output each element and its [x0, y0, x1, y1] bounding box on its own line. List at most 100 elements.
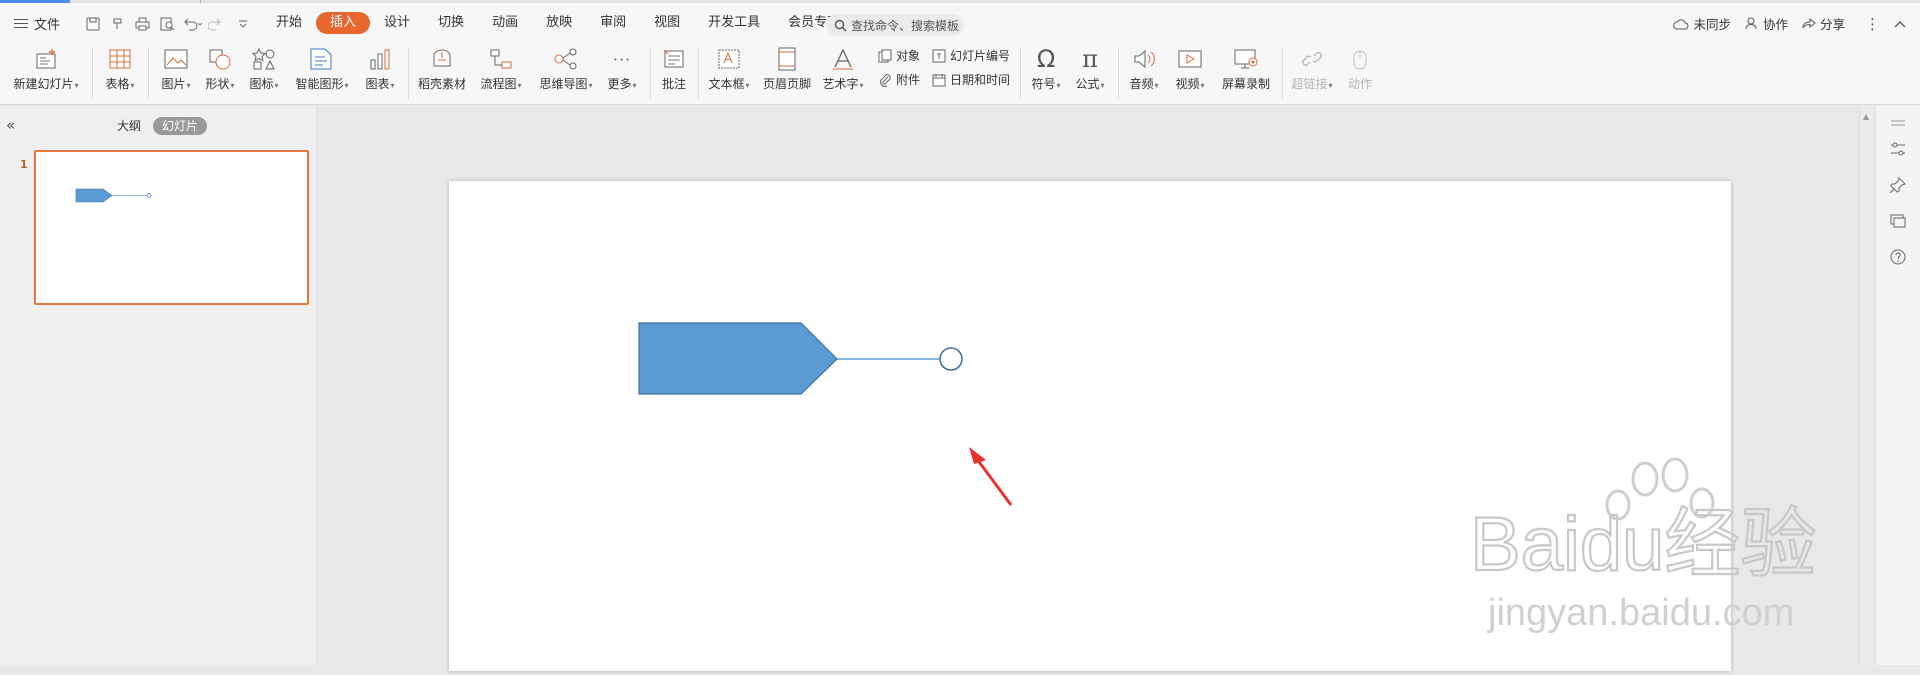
print-icon[interactable] — [130, 14, 155, 34]
symbol-label: 符号 — [1031, 77, 1056, 91]
docer-label: 稻壳素材 — [417, 77, 466, 91]
pentagon-arrow-shape — [638, 322, 838, 395]
datetime-label: 日期和时间 — [950, 73, 1011, 87]
more-button[interactable]: ··· 更多▾ — [602, 45, 642, 92]
mouse-icon — [1340, 45, 1380, 73]
tab-transitions[interactable]: 切换 — [424, 12, 478, 34]
tab-home[interactable]: 开始 — [262, 12, 316, 34]
slide-thumbnail[interactable] — [34, 150, 309, 305]
slide-content — [638, 322, 1013, 506]
formula-button[interactable]: π 公式▾ — [1070, 45, 1110, 92]
pin-icon[interactable] — [1889, 176, 1907, 194]
command-search-input[interactable]: 查找命令、搜索模板 — [826, 14, 964, 36]
more-options-icon[interactable]: ⋮ — [1865, 15, 1880, 33]
object-button[interactable]: 对象 — [878, 47, 920, 64]
docer-material-button[interactable]: 稻壳素材 — [414, 45, 470, 92]
undo-icon[interactable] — [180, 14, 205, 34]
share-icon — [1802, 17, 1816, 29]
comment-button[interactable]: 批注 — [656, 45, 692, 92]
tab-slideshow[interactable]: 放映 — [532, 12, 586, 34]
symbol-button[interactable]: Ω 符号▾ — [1026, 45, 1066, 92]
help-icon[interactable] — [1889, 248, 1907, 266]
tab-insert[interactable]: 插入 — [316, 12, 371, 34]
screen-record-icon — [1218, 45, 1274, 73]
more-dots-icon: ··· — [612, 49, 632, 69]
datetime-button[interactable]: 日期和时间 — [932, 71, 1010, 88]
shape-icon — [200, 45, 240, 73]
more-label: 更多 — [607, 77, 632, 91]
picture-button[interactable]: 图片▾ — [156, 45, 196, 92]
shape-button[interactable]: 形状▾ — [200, 45, 240, 92]
ribbon-insert: 新建幻灯片▾ 表格▾ 图片▾ 形状▾ 图标▾ 智能图形▾ 图表▾ 稻壳素材 流程… — [0, 41, 1920, 105]
user-icon — [1745, 17, 1757, 30]
header-footer-button[interactable]: 页眉页脚 — [760, 45, 814, 92]
video-label: 视频 — [1175, 77, 1200, 91]
action-button[interactable]: 动作 — [1340, 45, 1380, 92]
ribbon-divider — [698, 47, 699, 99]
flowchart-button[interactable]: 流程图▾ — [476, 45, 526, 92]
screen-record-button[interactable]: 屏幕录制 — [1218, 45, 1274, 92]
sync-button[interactable]: 未同步 — [1673, 14, 1731, 33]
new-slide-label: 新建幻灯片 — [13, 77, 74, 91]
action-label: 动作 — [1347, 77, 1372, 91]
share-button[interactable]: 分享 — [1802, 14, 1845, 33]
sidebar-handle-icon[interactable] — [1889, 114, 1907, 132]
tab-view[interactable]: 视图 — [640, 12, 694, 34]
chart-button[interactable]: 图表▾ — [360, 45, 400, 92]
ribbon-divider — [1118, 47, 1119, 99]
ribbon-divider — [1282, 47, 1283, 99]
cloud-icon — [1673, 18, 1689, 29]
table-button[interactable]: 表格▾ — [100, 45, 140, 92]
icons-button[interactable]: 图标▾ — [244, 45, 284, 92]
tab-developer[interactable]: 开发工具 — [694, 12, 774, 34]
right-sidebar — [1875, 106, 1920, 665]
video-button[interactable]: 视频▾ — [1170, 45, 1210, 92]
new-slide-button[interactable]: 新建幻灯片▾ — [10, 45, 82, 92]
property-settings-icon[interactable] — [1889, 140, 1907, 158]
comment-label: 批注 — [661, 77, 686, 91]
collapse-ribbon-icon[interactable] — [1894, 20, 1906, 28]
slide-canvas[interactable] — [449, 181, 1731, 671]
smartart-label: 智能图形 — [295, 77, 344, 91]
smartart-button[interactable]: 智能图形▾ — [290, 45, 354, 92]
vertical-scrollbar[interactable]: ▲ — [1859, 106, 1875, 665]
mindmap-label: 思维导图 — [539, 77, 588, 91]
slide-number-icon — [932, 49, 946, 62]
tab-slides[interactable]: 幻灯片 — [153, 117, 208, 135]
ribbon-divider — [650, 47, 651, 99]
docer-icon — [414, 45, 470, 73]
textbox-label: 文本框 — [708, 77, 745, 91]
ribbon-divider — [148, 47, 149, 99]
quick-access-toolbar — [80, 14, 255, 34]
mindmap-button[interactable]: 思维导图▾ — [536, 45, 596, 92]
mindmap-icon — [536, 45, 596, 73]
format-painter-icon[interactable] — [105, 14, 130, 34]
scroll-up-icon[interactable]: ▲ — [1863, 112, 1869, 121]
tab-outline[interactable]: 大纲 — [108, 117, 150, 135]
tab-animations[interactable]: 动画 — [478, 12, 532, 34]
transition-panel-icon[interactable] — [1889, 212, 1907, 230]
print-preview-icon[interactable] — [155, 14, 180, 34]
customize-quick-access-icon[interactable] — [230, 14, 255, 34]
file-menu-label: 文件 — [34, 17, 61, 33]
textbox-icon — [704, 45, 754, 73]
collab-button[interactable]: 协作 — [1745, 14, 1788, 33]
hyperlink-button[interactable]: 超链接▾ — [1288, 45, 1336, 92]
attachment-button[interactable]: 附件 — [878, 71, 920, 88]
hamburger-icon — [14, 18, 28, 29]
file-menu-button[interactable]: 文件 — [14, 13, 60, 33]
save-icon[interactable] — [80, 14, 105, 34]
active-doc-tab-indicator — [0, 0, 70, 3]
link-icon — [1288, 45, 1336, 73]
audio-button[interactable]: 音频▾ — [1124, 45, 1164, 92]
redo-icon[interactable] — [205, 14, 230, 34]
omega-icon: Ω — [1036, 45, 1056, 73]
tab-review[interactable]: 审阅 — [586, 12, 640, 34]
collapse-panel-icon[interactable]: « — [6, 116, 15, 134]
slide-number-button[interactable]: 幻灯片编号 — [932, 47, 1010, 64]
textbox-button[interactable]: 文本框▾ — [704, 45, 754, 92]
wordart-button[interactable]: 艺术字▾ — [818, 45, 868, 92]
tab-design[interactable]: 设计 — [370, 12, 424, 34]
search-icon — [834, 19, 847, 31]
calendar-icon — [932, 73, 946, 86]
